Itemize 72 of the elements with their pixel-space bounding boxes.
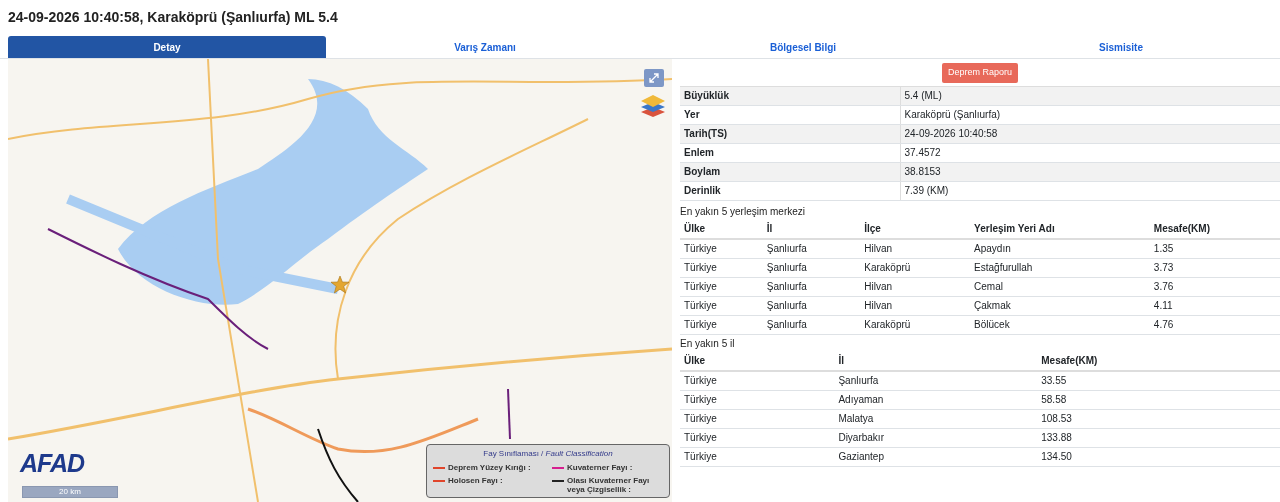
scale-bar: 20 km <box>22 486 118 498</box>
field-value: 7.39 (KM) <box>900 181 1280 200</box>
table-caption: En yakın 5 il <box>680 336 736 350</box>
field-label: Enlem <box>680 143 900 162</box>
legend-title: Fay Sınıflaması / Fault Classification <box>482 448 614 460</box>
star-icon <box>330 275 350 294</box>
legend-label: Kuvaterner Fayı : <box>567 463 633 472</box>
table-cell: Hilvan <box>860 277 971 296</box>
table-cell: Türkiye <box>680 238 763 258</box>
table-cell: Karaköprü <box>860 315 971 334</box>
table-cell: Cemal <box>970 277 1150 296</box>
table-cell: Türkiye <box>680 370 835 390</box>
table-cell: Hilvan <box>860 296 971 315</box>
table-cell: Türkiye <box>680 428 835 447</box>
table-cell: Hilvan <box>860 238 971 258</box>
table-cell: Türkiye <box>680 409 835 428</box>
legend-label: Olası Kuvaterner Fayı veya Çizgisellik : <box>567 476 651 494</box>
table-cell: Türkiye <box>680 390 835 409</box>
table-cell: 134.50 <box>1037 447 1280 466</box>
field-label: Büyüklük <box>680 86 900 105</box>
table-cell: Çakmak <box>970 296 1150 315</box>
table-cell: 33.55 <box>1037 370 1280 390</box>
field-label: Derinlik <box>680 181 900 200</box>
logo: AFAD <box>20 447 85 479</box>
table-cell: Estağfurullah <box>970 258 1150 277</box>
table-caption: En yakın 5 yerleşim merkezi <box>680 204 807 218</box>
layers-icon[interactable] <box>640 93 666 119</box>
column-header: Mesafe(KM) <box>1037 351 1280 371</box>
column-header: İl <box>762 219 861 239</box>
report-button[interactable]: Deprem Raporu <box>942 63 1018 83</box>
fullscreen-button[interactable] <box>644 69 664 87</box>
table-cell: 1.35 <box>1149 238 1280 258</box>
table-cell: Bölücek <box>970 315 1150 334</box>
column-header: Ülke <box>680 219 763 239</box>
field-value: 37.4572 <box>900 143 1280 162</box>
table-cell: 133.88 <box>1037 428 1280 447</box>
table-cell: 108.53 <box>1037 409 1280 428</box>
table-cell: Türkiye <box>680 277 763 296</box>
table-cell: Türkiye <box>680 296 763 315</box>
column-header: İlçe <box>860 219 971 239</box>
field-value: 5.4 (ML) <box>900 86 1280 105</box>
table-cell: Şanlıurfa <box>762 258 861 277</box>
tab[interactable]: Detay <box>8 36 326 58</box>
expand-icon <box>649 73 659 83</box>
column-header: Mesafe(KM) <box>1149 219 1280 239</box>
field-label: Yer <box>680 105 900 124</box>
legend-label: Holosen Fayı : <box>448 476 503 485</box>
field-value: Karaköprü (Şanlıurfa) <box>900 105 1280 124</box>
table-cell: Şanlıurfa <box>762 238 861 258</box>
table-cell: Türkiye <box>680 447 835 466</box>
column-header: Ülke <box>680 351 835 371</box>
table-cell: Şanlıurfa <box>762 277 861 296</box>
table-cell: Malatya <box>834 409 1038 428</box>
table-cell: 3.73 <box>1149 258 1280 277</box>
table-cell: Türkiye <box>680 258 763 277</box>
table-cell: Karaköprü <box>860 258 971 277</box>
table-cell: Şanlıurfa <box>834 370 1038 390</box>
legend-label: Deprem Yüzey Kırığı : <box>448 463 531 472</box>
table-cell: Adıyaman <box>834 390 1038 409</box>
table-cell: Türkiye <box>680 315 763 334</box>
table-cell: 4.11 <box>1149 296 1280 315</box>
page-title: 24-09-2026 10:40:58, Karaköprü (Şanlıurfa) ML 5.4 <box>7 8 339 27</box>
table-cell: Şanlıurfa <box>762 296 861 315</box>
table-cell: Şanlıurfa <box>762 315 861 334</box>
table-cell: 4.76 <box>1149 315 1280 334</box>
table-cell: 58.58 <box>1037 390 1280 409</box>
table-cell: Diyarbakır <box>834 428 1038 447</box>
column-header: Yerleşim Yeri Adı <box>970 219 1150 239</box>
table-cell: Gaziantep <box>834 447 1038 466</box>
table-cell: 3.76 <box>1149 277 1280 296</box>
column-header: İl <box>834 351 1038 371</box>
table-cell: Apaydın <box>970 238 1150 258</box>
